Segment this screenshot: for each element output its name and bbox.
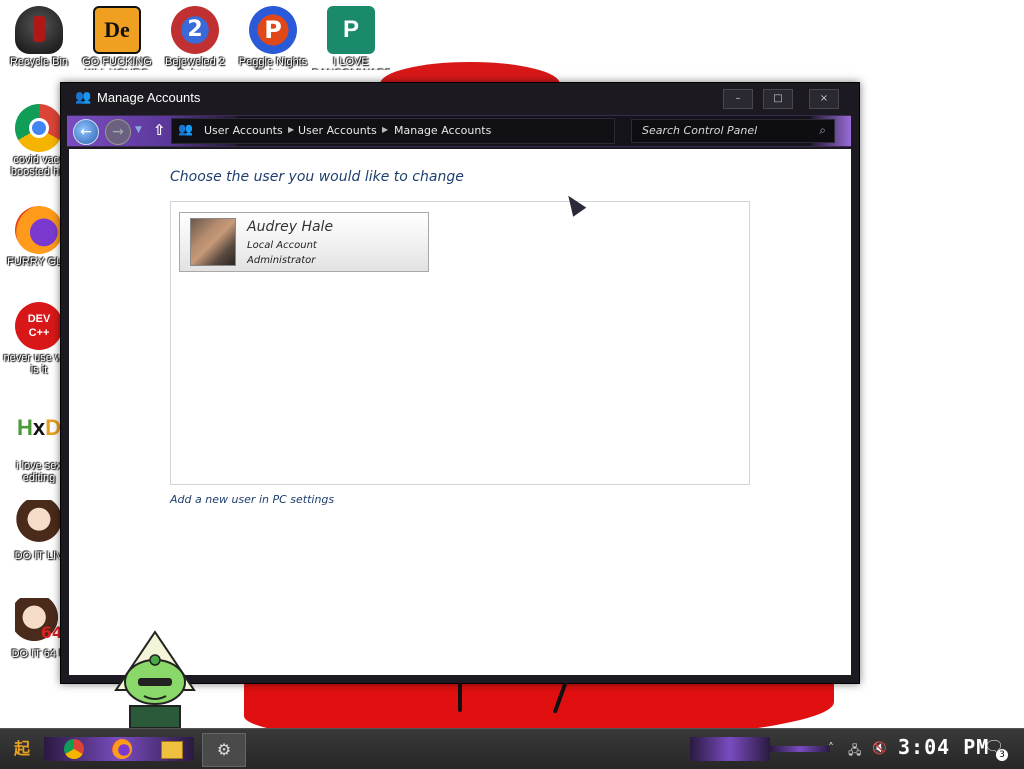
clock[interactable]: 3:04 PM — [898, 735, 989, 759]
desktop-icon-bejeweled[interactable]: 2 Bejeweled 2 Deluxe — [156, 6, 234, 70]
firefox-taskbar-icon[interactable] — [106, 733, 138, 765]
maximize-button[interactable]: □ — [763, 89, 793, 109]
title-bar[interactable]: 👥 Manage Accounts – □ × — [61, 83, 859, 113]
close-button[interactable]: × — [809, 89, 839, 109]
user-accounts-icon: 👥 — [75, 90, 92, 105]
devcpp-icon: DEV C++ — [15, 302, 63, 350]
search-placeholder: Search Control Panel — [642, 124, 758, 137]
taskbar-decoration — [690, 737, 770, 761]
user-role: Administrator — [247, 255, 316, 266]
chevron-right-icon[interactable]: ▶ — [382, 125, 388, 134]
desktop-icon-dice[interactable]: De GO FUCKING KILL YOURS — [78, 6, 156, 70]
search-icon[interactable]: ⌕ — [819, 123, 826, 138]
portrait-icon — [15, 500, 63, 548]
content-area: Choose the user you would like to change… — [69, 149, 851, 675]
desktop-icon-publisher[interactable]: P I LOVE RANSOMWARE — [312, 6, 390, 70]
minimize-button[interactable]: – — [723, 89, 753, 109]
user-avatar — [190, 218, 236, 266]
chrome-taskbar-icon[interactable] — [58, 733, 90, 765]
breadcrumb-user-accounts-sub[interactable]: User Accounts — [298, 124, 377, 137]
forward-button[interactable]: → — [105, 119, 131, 145]
taskbar: 起 ⚙ ˄ 🖧 🔇 3:04 PM 🗨 3 — [0, 728, 1024, 769]
up-button[interactable]: ⇧ — [153, 121, 166, 139]
publisher-icon: P — [327, 6, 375, 54]
bejeweled-icon: 2 — [171, 6, 219, 54]
taskbar-decoration — [770, 746, 830, 752]
search-input[interactable]: Search Control Panel ⌕ — [631, 119, 835, 143]
window-title: Manage Accounts — [97, 90, 201, 105]
firefox-icon — [15, 206, 63, 254]
control-panel-taskbar-icon[interactable]: ⚙ — [202, 733, 246, 767]
desktop-icon-peggle[interactable]: P Peggle Nights Deluxe — [234, 6, 312, 70]
network-icon[interactable]: 🖧 — [848, 741, 861, 762]
user-accounts-icon: 👥 — [178, 122, 193, 136]
hxd-icon: HxD — [16, 415, 62, 440]
file-explorer-icon[interactable] — [156, 733, 188, 765]
cartoon-character — [112, 630, 198, 729]
peggle-icon: P — [249, 6, 297, 54]
back-button[interactable]: ← — [73, 119, 99, 145]
drawing-stroke — [458, 680, 462, 712]
add-user-link[interactable]: Add a new user in PC settings — [170, 493, 334, 506]
address-bar[interactable]: 👥 User Accounts ▶ User Accounts ▶ Manage… — [171, 118, 615, 144]
user-list-panel: Audrey Hale Local Account Administrator — [170, 201, 750, 485]
notification-count-badge: 3 — [996, 749, 1008, 761]
user-name: Audrey Hale — [247, 219, 334, 235]
breadcrumb-user-accounts[interactable]: User Accounts — [204, 124, 283, 137]
user-tile[interactable]: Audrey Hale Local Account Administrator — [179, 212, 429, 272]
breadcrumb-manage-accounts[interactable]: Manage Accounts — [394, 124, 491, 137]
navigation-bar: ← → ▼ ⇧ 👥 User Accounts ▶ User Accounts … — [67, 115, 851, 147]
desktop-icon-recycle-bin[interactable]: Recycle Bin — [0, 6, 78, 68]
dice-icon: De — [93, 6, 141, 54]
chrome-icon — [15, 104, 63, 152]
recycle-bin-icon — [15, 6, 63, 54]
recent-pages-dropdown[interactable]: ▼ — [135, 125, 142, 135]
page-heading: Choose the user you would like to change — [170, 169, 464, 185]
portrait-64-icon: 64 — [15, 598, 63, 646]
start-button[interactable]: 起 — [6, 733, 38, 765]
manage-accounts-window: 👥 Manage Accounts – □ × ← → ▼ ⇧ 👥 User A… — [60, 82, 860, 684]
user-account-type: Local Account — [247, 240, 317, 251]
volume-muted-icon[interactable]: 🔇 — [872, 741, 887, 755]
drawing-stroke — [552, 682, 568, 714]
chevron-right-icon[interactable]: ▶ — [288, 125, 294, 134]
chevron-up-icon[interactable]: ˄ — [828, 741, 834, 755]
